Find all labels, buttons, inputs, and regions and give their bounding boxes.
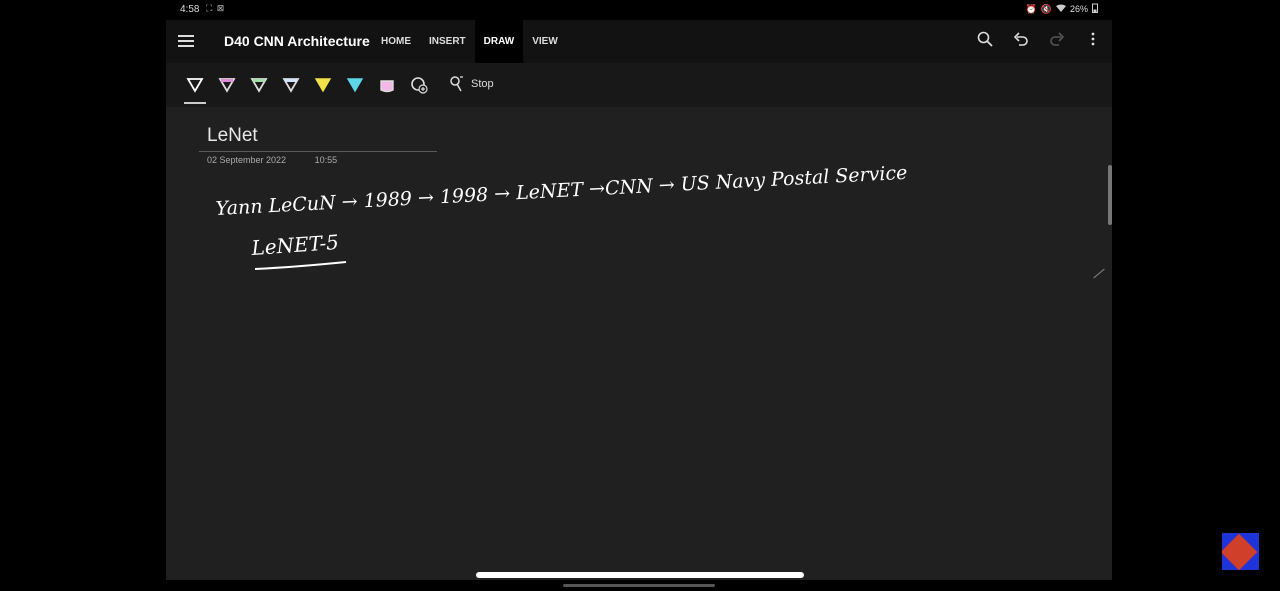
pen-tools	[184, 75, 428, 104]
pen-lightblue[interactable]	[282, 75, 300, 95]
status-right: ⏰ 🔇 26%	[1026, 3, 1098, 15]
pen-icon	[282, 78, 300, 93]
redo-button[interactable]	[1048, 31, 1066, 51]
alarm-icon: ⏰	[1025, 3, 1037, 14]
stop-button[interactable]: Stop	[449, 75, 494, 93]
highlighter-cyan[interactable]	[346, 75, 364, 95]
note-page[interactable]: LeNet 02 September 2022 10:55 Yann LeCuN…	[166, 107, 1112, 580]
highlighter-yellow[interactable]	[314, 75, 332, 95]
more-vertical-icon	[1091, 32, 1095, 46]
redo-icon	[1050, 32, 1065, 46]
title-actions	[976, 31, 1102, 51]
pen-icon	[250, 78, 268, 93]
mute-icon: 🔇	[1040, 3, 1052, 14]
status-time: 4:58	[180, 4, 200, 15]
pen-white[interactable]	[184, 75, 206, 104]
more-button[interactable]	[1084, 31, 1102, 51]
battery-icon	[1092, 3, 1098, 15]
ink-underline	[254, 261, 347, 270]
floating-thumbnail[interactable]	[1222, 533, 1259, 570]
draw-toolbar: Stop	[166, 63, 1112, 107]
pen-green[interactable]	[250, 75, 268, 95]
tab-insert[interactable]: INSERT	[420, 20, 475, 63]
title-bar: D40 CNN Architecture HOME INSERT DRAW VI…	[166, 20, 1112, 63]
undo-icon	[1013, 32, 1028, 46]
status-bar: 4:58 ⛶ ⊠ ⏰ 🔇 26%	[166, 0, 1112, 20]
status-indicators: ⛶ ⊠	[206, 3, 226, 13]
ink-line-1: Yann LeCuN → 1989 → 1998 → LeNET →CNN → …	[215, 162, 908, 220]
highlighter-icon	[380, 80, 394, 93]
search-icon	[977, 31, 993, 47]
stop-label: Stop	[471, 78, 494, 90]
document-title: D40 CNN Architecture	[224, 33, 370, 49]
lasso-icon	[450, 76, 463, 92]
highlighter-icon	[314, 78, 332, 93]
wifi-icon	[1055, 4, 1066, 14]
tab-home[interactable]: HOME	[372, 20, 420, 63]
battery-percent: 26%	[1069, 4, 1088, 14]
search-button[interactable]	[976, 31, 994, 51]
pen-icon	[218, 78, 236, 93]
home-indicator[interactable]	[476, 572, 804, 578]
handwritten-ink: Yann LeCuN → 1989 → 1998 → LeNET →CNN → …	[215, 162, 908, 270]
ribbon-tabs: HOME INSERT DRAW VIEW	[372, 20, 567, 63]
ink-line-2: LeNET-5	[250, 230, 340, 260]
highlighter-pink[interactable]	[378, 75, 396, 95]
pen-icon	[186, 78, 204, 93]
tab-view[interactable]: VIEW	[523, 20, 567, 63]
vertical-scrollbar[interactable]	[1108, 165, 1112, 225]
taskbar-handle	[563, 584, 715, 587]
hamburger-menu-icon[interactable]	[178, 32, 194, 50]
pen-pink[interactable]	[218, 75, 236, 95]
add-pen[interactable]	[410, 75, 428, 95]
add-pen-icon	[411, 77, 428, 94]
onenote-app: 4:58 ⛶ ⊠ ⏰ 🔇 26% D40 CNN Architecture HO…	[166, 0, 1112, 580]
tab-draw[interactable]: DRAW	[474, 20, 524, 63]
highlighter-icon	[346, 78, 364, 93]
undo-button[interactable]	[1012, 31, 1030, 51]
